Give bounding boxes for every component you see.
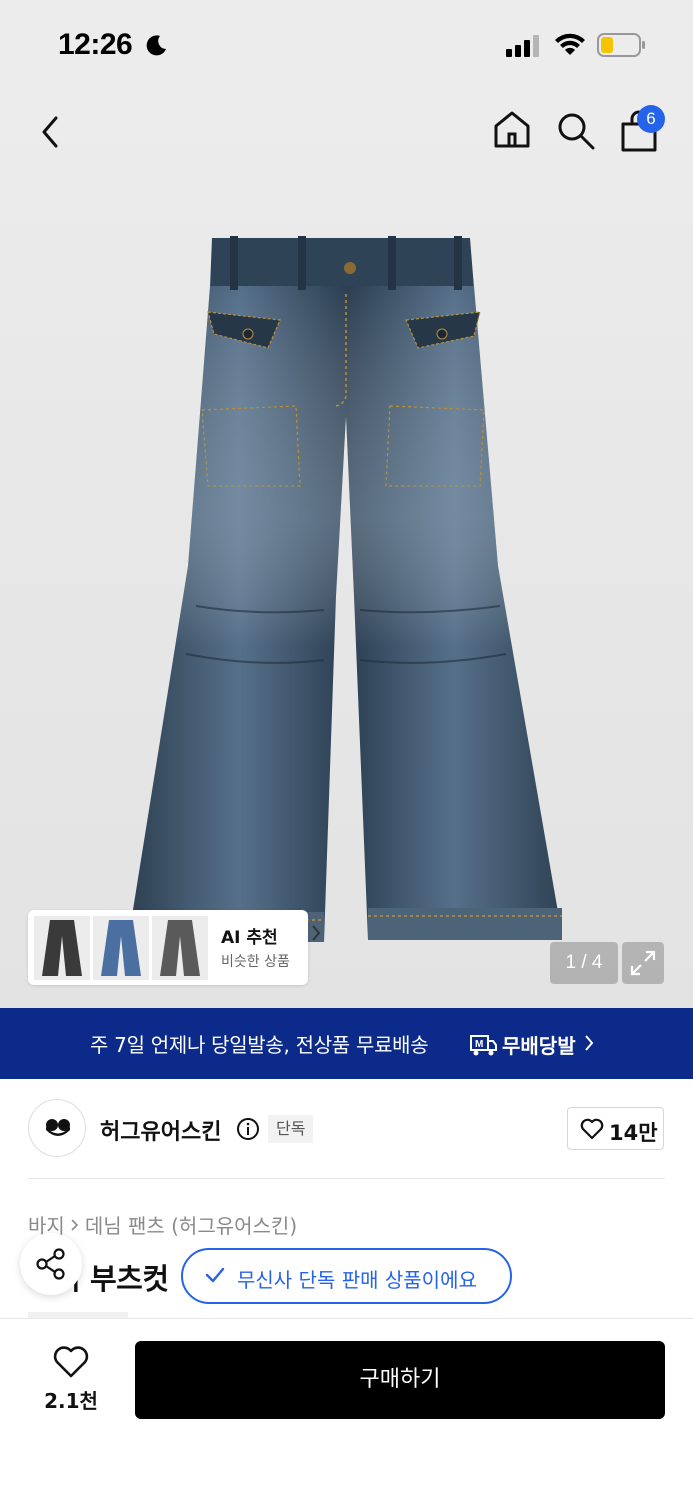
wishlist-count: 2.1천	[44, 1389, 98, 1413]
moon-icon	[146, 35, 166, 56]
chevron-right-icon	[312, 925, 321, 941]
ai-card-subtitle: 비슷한 상품	[221, 954, 290, 970]
brand-name[interactable]: 허그유어스킨	[100, 1114, 221, 1146]
image-page-counter: 1 / 4	[550, 942, 618, 984]
home-icon[interactable]	[490, 108, 534, 152]
heart-icon	[53, 1346, 89, 1378]
exclusive-sale-tooltip[interactable]: 무신사 단독 판매 상품이에요	[181, 1248, 512, 1304]
wifi-icon	[555, 33, 585, 55]
back-icon[interactable]	[34, 112, 68, 152]
wishlist-button[interactable]: 2.1천	[36, 1345, 106, 1415]
svg-text:M: M	[475, 1039, 483, 1050]
search-icon[interactable]	[555, 110, 597, 152]
cellular-signal-icon	[506, 35, 539, 57]
brand-logo[interactable]	[28, 1099, 86, 1157]
check-icon	[205, 1267, 225, 1283]
chevron-right-icon	[585, 1035, 594, 1051]
bottom-action-bar: 2.1천 구매하기	[0, 1318, 693, 1500]
ai-recommendation-card[interactable]: AI 추천 비슷한 상품	[28, 910, 321, 985]
divider	[28, 1178, 665, 1179]
ai-thumb-1[interactable]	[34, 916, 90, 980]
status-bar: 12:26	[0, 0, 693, 90]
heart-icon	[580, 1118, 604, 1140]
delivery-truck-icon: M	[470, 1034, 497, 1055]
free-shipping-logo: M 무배당발	[468, 1030, 576, 1059]
ai-thumb-3[interactable]	[152, 916, 208, 980]
status-time: 12:26	[58, 28, 133, 61]
breadcrumb: 바지 데님 팬츠 (허그유어스킨)	[28, 1210, 297, 1239]
battery-icon	[597, 33, 645, 57]
expand-image-button[interactable]	[622, 942, 664, 984]
cart-count-badge: 6	[637, 105, 665, 133]
ai-thumb-2[interactable]	[93, 916, 149, 980]
product-image	[132, 236, 562, 942]
ai-card-title: AI 추천	[221, 928, 278, 948]
share-button[interactable]	[20, 1233, 82, 1295]
brand-like-count: 14만	[609, 1121, 658, 1145]
brand-like-button[interactable]: 14만	[567, 1107, 664, 1150]
product-gallery[interactable]: 6 AI 추천 비슷한 상품 1 / 4	[0, 90, 693, 1008]
expand-icon	[630, 950, 656, 976]
free-shipping-label: 무배당발	[502, 1034, 576, 1058]
exclusive-sale-text: 무신사 단독 판매 상품이에요	[237, 1268, 477, 1292]
info-icon[interactable]	[236, 1117, 260, 1141]
share-icon	[36, 1248, 65, 1280]
breadcrumb-item-denim[interactable]: 데님 팬츠 (허그유어스킨)	[85, 1210, 297, 1239]
chevron-right-icon	[71, 1218, 78, 1231]
shipping-banner-text: 주 7일 언제나 당일발송, 전상품 무료배송	[90, 1033, 429, 1057]
exclusive-badge: 단독	[268, 1115, 314, 1143]
shipping-banner[interactable]: 주 7일 언제나 당일발송, 전상품 무료배송 M 무배당발	[0, 1008, 693, 1079]
buy-button[interactable]: 구매하기	[135, 1341, 665, 1419]
